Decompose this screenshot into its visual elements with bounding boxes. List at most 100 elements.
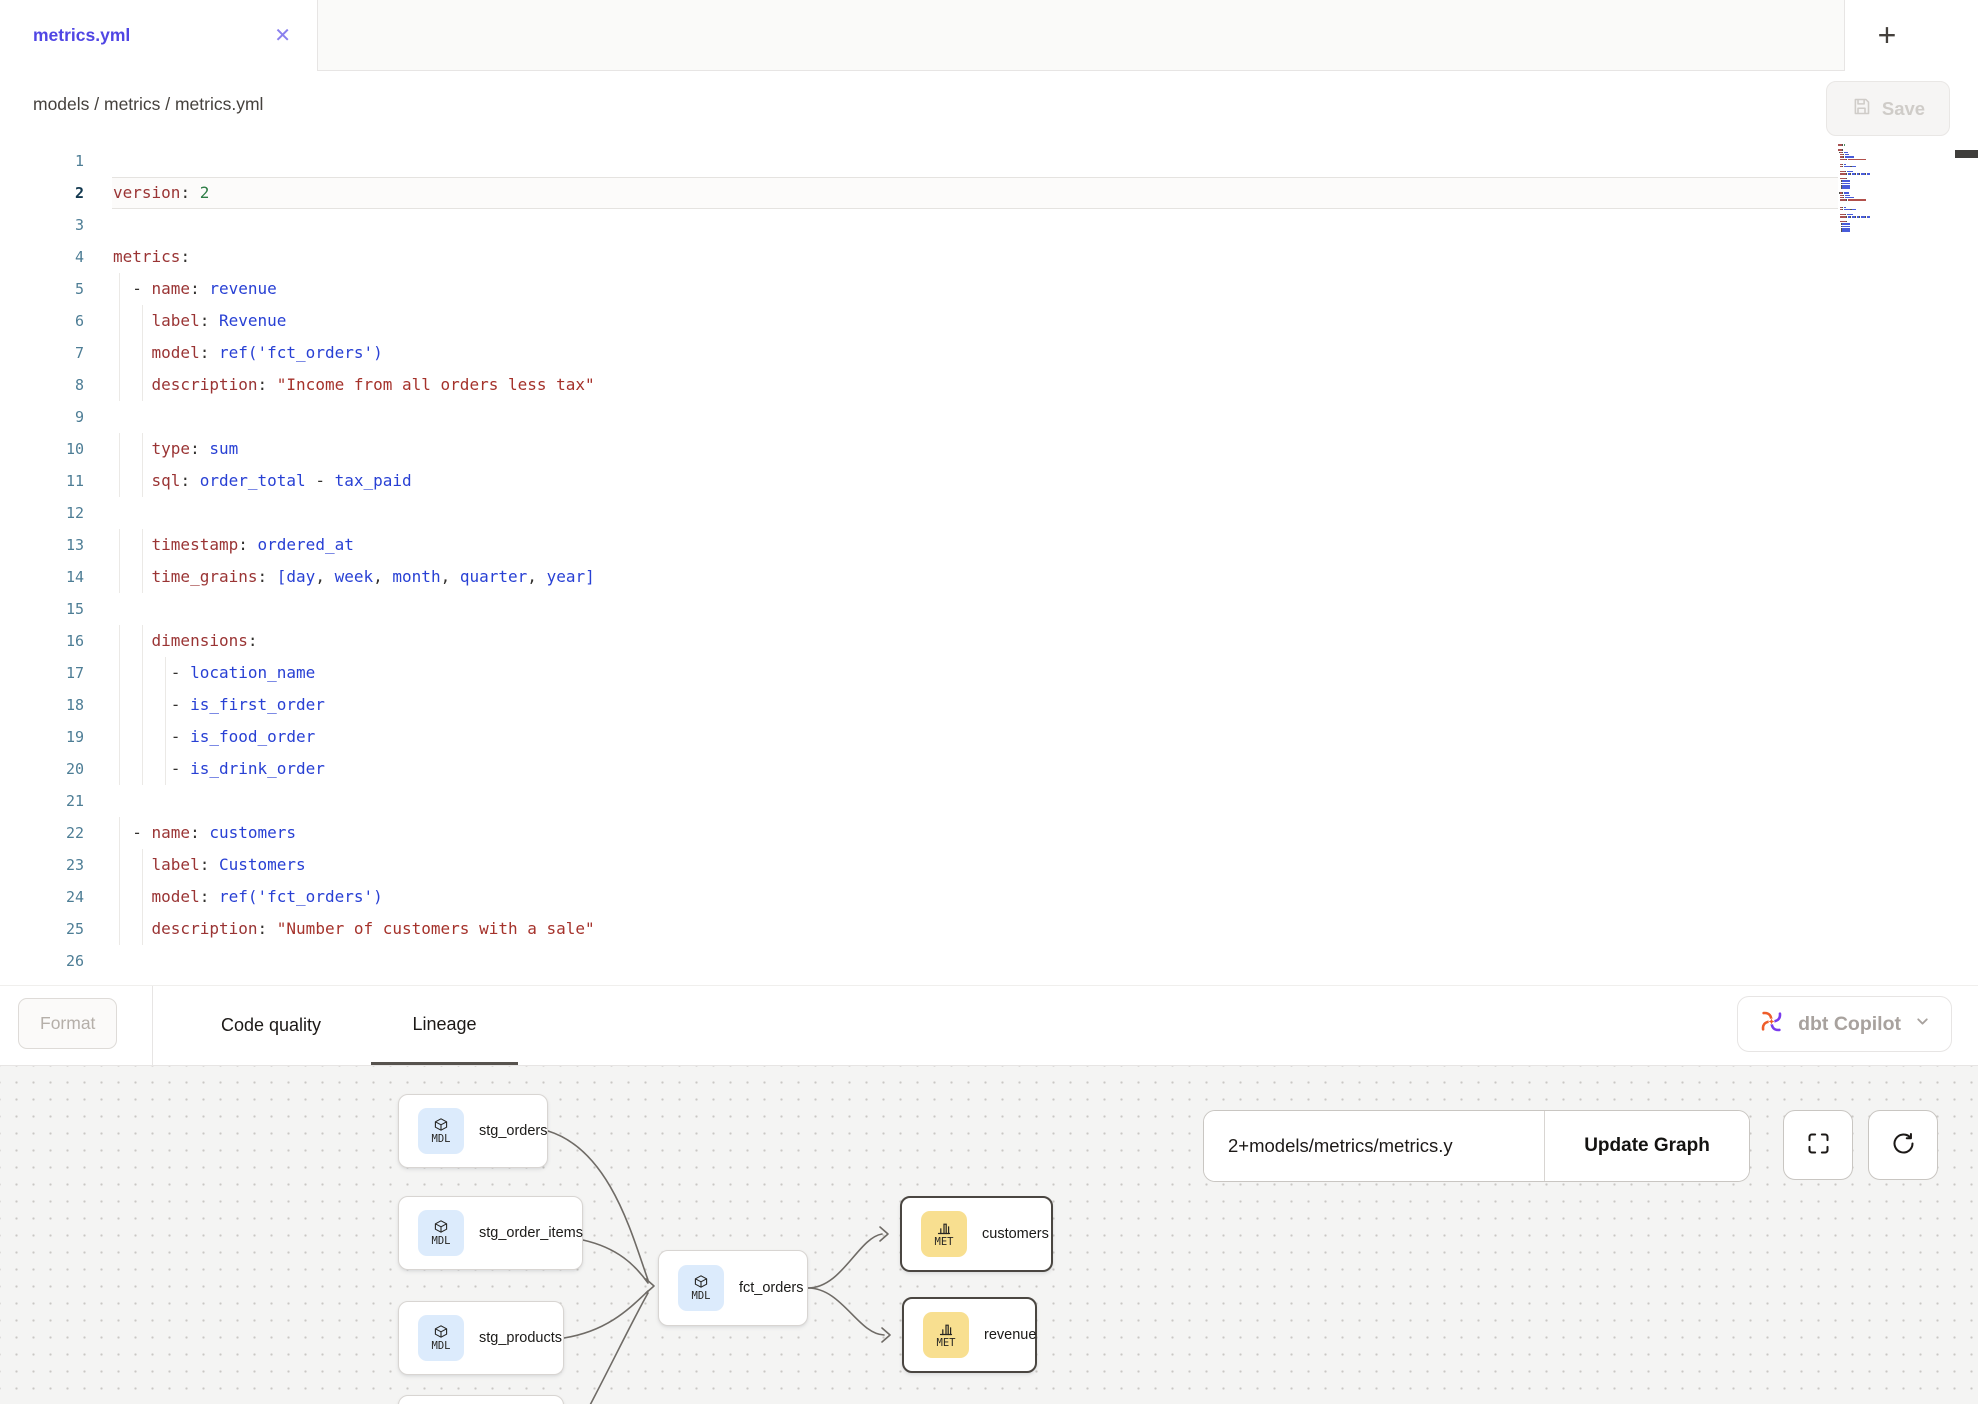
chevron-down-icon (1914, 1013, 1931, 1036)
lineage-node-stg_order_items[interactable]: MDL stg_order_items (398, 1196, 583, 1270)
line-number: 14 (0, 561, 84, 593)
update-graph-button[interactable]: Update Graph (1545, 1111, 1749, 1181)
indent-guide (142, 369, 143, 401)
lineage-node-stg_orders[interactable]: MDL stg_orders (398, 1094, 548, 1168)
code-line: 23 label: Customers (0, 849, 1978, 881)
code-line: 1 (0, 145, 1978, 177)
node-label: fct_orders (739, 1280, 803, 1296)
copilot-button[interactable]: dbt Copilot (1737, 996, 1952, 1052)
code-line: 18 - is_first_order (0, 689, 1978, 721)
indent-guide (142, 753, 143, 785)
line-number: 12 (0, 497, 84, 529)
code-line: 10 type: sum (0, 433, 1978, 465)
toolbar-divider (152, 986, 153, 1065)
node-label: stg_orders (479, 1123, 548, 1139)
indent-guide (142, 913, 143, 945)
code-line: 26 (0, 945, 1978, 977)
code-lines: 12version: 234metrics:5 - name: revenue6… (0, 145, 1978, 977)
indent-guide (142, 625, 143, 657)
tab-code-quality[interactable]: Code quality (185, 986, 357, 1065)
close-icon[interactable]: ✕ (274, 26, 291, 46)
bottom-toolbar: Format Code quality Lineage dbt Copilot (0, 985, 1978, 1066)
indent-guide (119, 753, 120, 785)
line-number: 11 (0, 465, 84, 497)
lineage-node-stg_products[interactable]: MDLstg_products (398, 1301, 564, 1375)
indent-guide (119, 337, 120, 369)
code-line: 20 - is_drink_order (0, 753, 1978, 785)
indent-guide (119, 689, 120, 721)
code-line: 12 (0, 497, 1978, 529)
model-icon: MDL (418, 1210, 464, 1256)
metric-icon: MET (923, 1312, 969, 1358)
indent-guide (165, 721, 166, 753)
indent-guide (119, 817, 120, 849)
line-number: 22 (0, 817, 84, 849)
indent-guide (142, 305, 143, 337)
code-editor[interactable]: 12version: 234metrics:5 - name: revenue6… (0, 138, 1978, 985)
lineage-node-revenue[interactable]: MET revenue (902, 1297, 1037, 1373)
new-tab-button[interactable]: + (1867, 13, 1907, 57)
save-label: Save (1882, 98, 1925, 120)
fullscreen-icon (1805, 1130, 1832, 1160)
code-line: 3 (0, 209, 1978, 241)
line-number: 25 (0, 913, 84, 945)
indent-guide (142, 561, 143, 593)
indent-guide (119, 657, 120, 689)
save-icon (1851, 96, 1872, 122)
line-number: 7 (0, 337, 84, 369)
refresh-icon (1890, 1130, 1917, 1160)
indent-guide (142, 881, 143, 913)
lineage-node-fct_orders[interactable]: MDL fct_orders (658, 1250, 808, 1326)
line-number: 18 (0, 689, 84, 721)
scrollbar-thumb[interactable] (1955, 150, 1978, 158)
indent-guide (119, 625, 120, 657)
node-label: revenue (984, 1327, 1036, 1343)
minimap[interactable] (1838, 142, 1896, 235)
code-line: 2version: 2 (0, 177, 1978, 209)
indent-guide (119, 369, 120, 401)
breadcrumb: models / metrics / metrics.yml (33, 71, 263, 138)
indent-guide (119, 465, 120, 497)
code-line: 5 - name: revenue (0, 273, 1978, 305)
line-number: 2 (0, 177, 84, 209)
fullscreen-button[interactable] (1783, 1110, 1853, 1180)
new-tab-area: + (1844, 0, 1978, 70)
code-line: 4metrics: (0, 241, 1978, 273)
line-number: 26 (0, 945, 84, 977)
format-button[interactable]: Format (18, 998, 117, 1049)
indent-guide (142, 433, 143, 465)
indent-guide (142, 689, 143, 721)
lineage-node-partial[interactable]: MDL (398, 1395, 564, 1404)
code-line: 7 model: ref('fct_orders') (0, 337, 1978, 369)
indent-guide (119, 561, 120, 593)
lineage-selector-group: Update Graph (1203, 1110, 1750, 1182)
tab-metrics-yml[interactable]: metrics.yml ✕ (0, 0, 318, 71)
node-label: stg_order_items (479, 1225, 583, 1241)
node-label: stg_products (479, 1330, 562, 1346)
lineage-selector-input[interactable] (1204, 1111, 1545, 1181)
code-line: 13 timestamp: ordered_at (0, 529, 1978, 561)
metric-icon: MET (921, 1211, 967, 1257)
indent-guide (119, 721, 120, 753)
dbt-ide-window: metrics.yml ✕ + models / metrics / metri… (0, 0, 1978, 1404)
refresh-button[interactable] (1868, 1110, 1938, 1180)
line-number: 16 (0, 625, 84, 657)
indent-guide (119, 305, 120, 337)
node-label: customers (982, 1226, 1049, 1242)
lineage-canvas[interactable]: MDLstg_ordersMDLstg_order_itemsMDLstg_pr… (0, 1066, 1978, 1404)
tab-lineage[interactable]: Lineage (371, 986, 518, 1065)
dbt-copilot-icon (1758, 1008, 1785, 1041)
model-icon: MDL (678, 1265, 724, 1311)
lineage-node-customers[interactable]: MET customers (900, 1196, 1053, 1272)
copilot-label: dbt Copilot (1798, 1013, 1901, 1036)
line-number: 10 (0, 433, 84, 465)
indent-guide (119, 433, 120, 465)
line-number: 3 (0, 209, 84, 241)
save-button[interactable]: Save (1826, 81, 1950, 136)
line-number: 6 (0, 305, 84, 337)
line-number: 15 (0, 593, 84, 625)
code-line: 9 (0, 401, 1978, 433)
tab-label: metrics.yml (33, 25, 130, 46)
code-line: 16 dimensions: (0, 625, 1978, 657)
model-icon: MDL (418, 1108, 464, 1154)
